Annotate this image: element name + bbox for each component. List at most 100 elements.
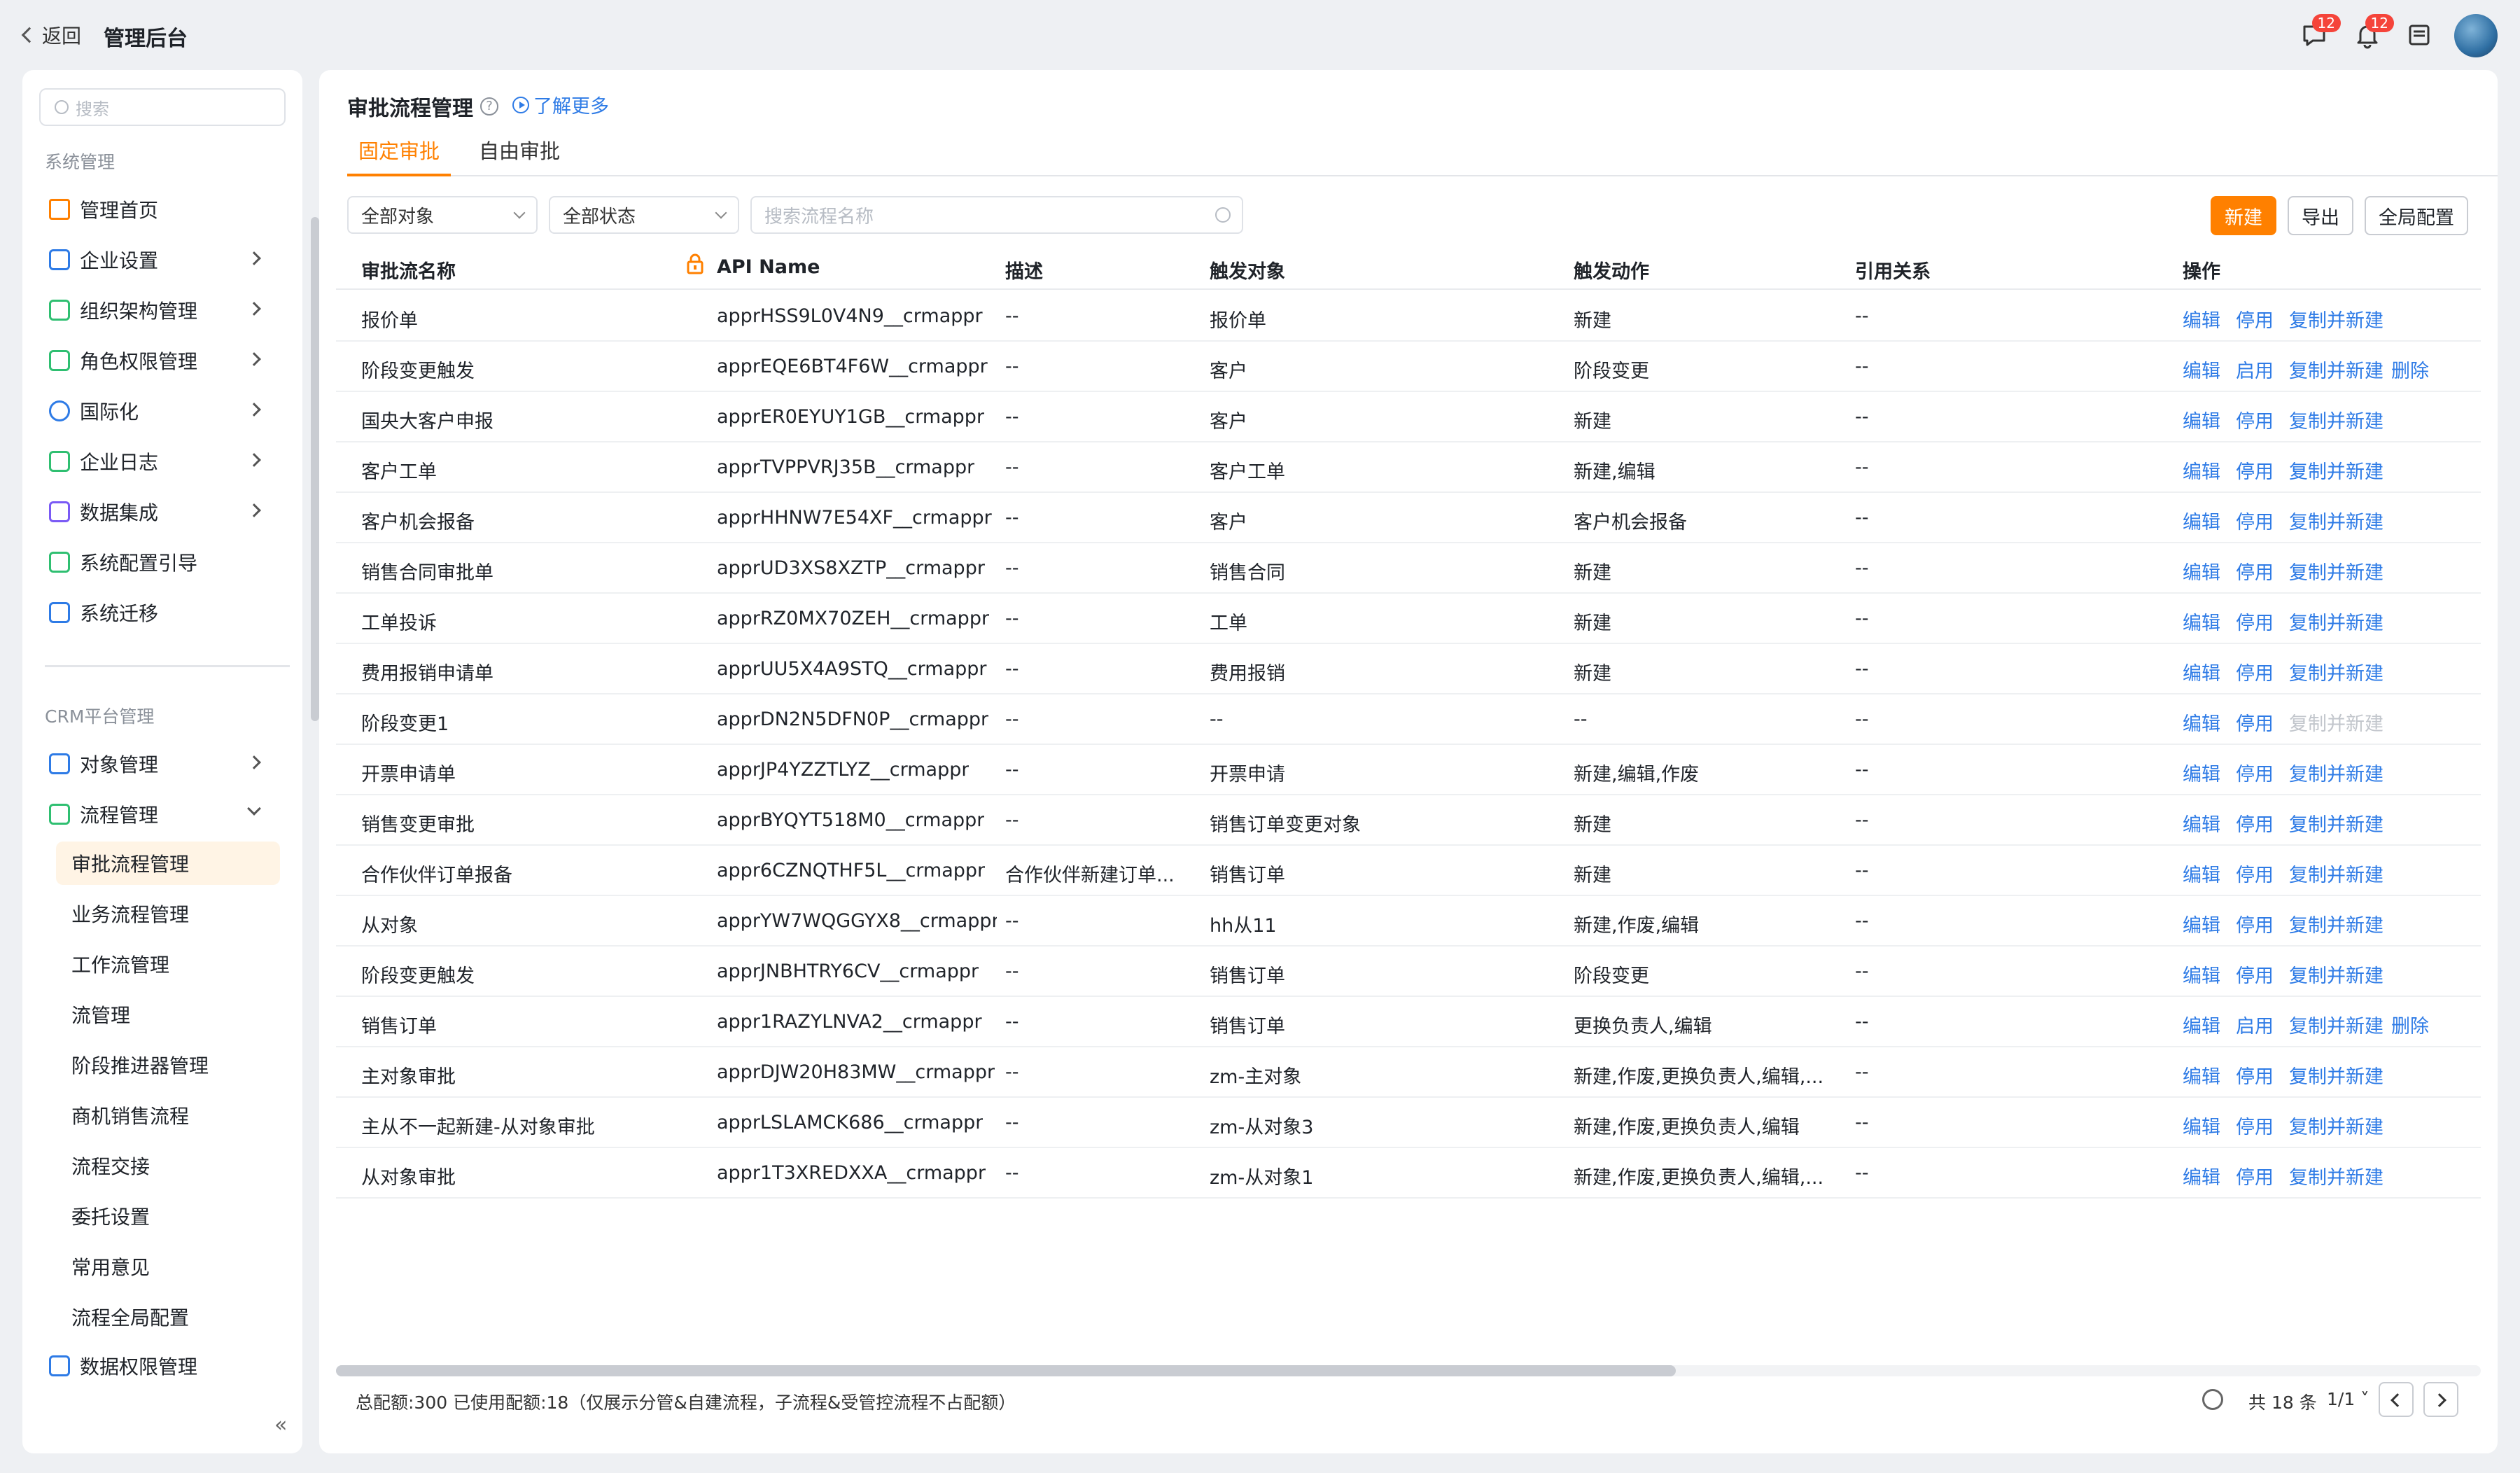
sidebar-item-roles[interactable]: 角色权限管理 — [49, 340, 287, 381]
toggle-button[interactable]: 停用 — [2236, 809, 2274, 837]
export-button[interactable]: 导出 — [2288, 196, 2353, 235]
chat-button[interactable]: 12 — [2300, 14, 2341, 49]
edit-button[interactable]: 编辑 — [2183, 1061, 2220, 1089]
copy-new-button[interactable]: 复制并新建 — [2289, 809, 2384, 837]
sidebar-subitem-stage[interactable]: 阶段推进器管理 — [56, 1043, 280, 1087]
sidebar-item-objects[interactable]: 对象管理 — [49, 744, 287, 784]
lock-icon[interactable] — [686, 253, 704, 274]
back-button[interactable]: 返回 — [21, 21, 81, 49]
toggle-button[interactable]: 停用 — [2236, 507, 2274, 534]
edit-button[interactable]: 编辑 — [2183, 456, 2220, 484]
sidebar-item-config-guide[interactable]: 系统配置引导 — [49, 542, 287, 582]
inbox-button[interactable] — [2405, 21, 2433, 49]
tab-free-approval[interactable]: 自由审批 — [468, 137, 571, 176]
edit-button[interactable]: 编辑 — [2183, 910, 2220, 937]
page-select[interactable]: 1/1 ˅ — [2327, 1389, 2370, 1409]
sidebar-item-i18n[interactable]: 国际化 — [49, 391, 287, 431]
toggle-button[interactable]: 停用 — [2236, 406, 2274, 433]
sidebar-subitem-business-flow[interactable]: 业务流程管理 — [56, 892, 280, 935]
copy-new-button[interactable]: 复制并新建 — [2289, 557, 2384, 585]
help-icon[interactable]: ? — [480, 97, 498, 116]
sidebar-item-org[interactable]: 组织架构管理 — [49, 290, 287, 330]
gear-icon[interactable] — [2202, 1389, 2223, 1410]
copy-new-button[interactable]: 复制并新建 — [2289, 406, 2384, 433]
copy-new-button[interactable]: 复制并新建 — [2289, 1162, 2384, 1189]
prev-page-button[interactable] — [2379, 1382, 2414, 1417]
toggle-button[interactable]: 停用 — [2236, 1061, 2274, 1089]
delete-button[interactable]: 删除 — [2391, 356, 2429, 383]
sidebar-subitem-sales[interactable]: 商机销售流程 — [56, 1094, 280, 1137]
global-config-button[interactable]: 全局配置 — [2365, 196, 2468, 235]
sidebar-subitem-handover[interactable]: 流程交接 — [56, 1144, 280, 1187]
edit-button[interactable]: 编辑 — [2183, 961, 2220, 988]
horizontal-scrollbar[interactable] — [336, 1365, 2481, 1376]
sidebar-subitem-opinions[interactable]: 常用意见 — [56, 1245, 280, 1288]
sidebar-item-flow[interactable]: 流程管理 — [49, 794, 287, 835]
next-page-button[interactable] — [2423, 1382, 2458, 1417]
sidebar-subitem-stream[interactable]: 流管理 — [56, 993, 280, 1036]
sidebar-item-enterprise-settings[interactable]: 企业设置 — [49, 239, 287, 280]
toggle-button[interactable]: 停用 — [2236, 658, 2274, 685]
toggle-button[interactable]: 停用 — [2236, 456, 2274, 484]
copy-new-button[interactable]: 复制并新建 — [2289, 759, 2384, 786]
edit-button[interactable]: 编辑 — [2183, 305, 2220, 333]
edit-button[interactable]: 编辑 — [2183, 557, 2220, 585]
delete-button[interactable]: 删除 — [2391, 1011, 2429, 1038]
edit-button[interactable]: 编辑 — [2183, 356, 2220, 383]
toggle-button[interactable]: 停用 — [2236, 759, 2274, 786]
copy-new-button[interactable]: 复制并新建 — [2289, 1061, 2384, 1089]
edit-button[interactable]: 编辑 — [2183, 507, 2220, 534]
sidebar-scrollbar[interactable] — [311, 217, 319, 721]
toggle-button[interactable]: 停用 — [2236, 1162, 2274, 1189]
sidebar-item-data-integration[interactable]: 数据集成 — [49, 491, 287, 532]
copy-new-button[interactable]: 复制并新建 — [2289, 507, 2384, 534]
toggle-button[interactable]: 启用 — [2236, 1011, 2274, 1038]
copy-new-button[interactable]: 复制并新建 — [2289, 658, 2384, 685]
edit-button[interactable]: 编辑 — [2183, 860, 2220, 887]
sidebar-subitem-workflow[interactable]: 工作流管理 — [56, 942, 280, 986]
sidebar-item-migration[interactable]: 系统迁移 — [49, 592, 287, 633]
sidebar-subitem-global-config[interactable]: 流程全局配置 — [56, 1295, 280, 1339]
sidebar-subitem-delegate[interactable]: 委托设置 — [56, 1194, 280, 1238]
edit-button[interactable]: 编辑 — [2183, 608, 2220, 635]
horizontal-scrollbar-thumb[interactable] — [336, 1365, 1676, 1376]
edit-button[interactable]: 编辑 — [2183, 809, 2220, 837]
toggle-button[interactable]: 停用 — [2236, 860, 2274, 887]
notification-button[interactable]: 12 — [2353, 14, 2394, 49]
learn-more-link[interactable]: 了解更多 — [512, 91, 609, 118]
sidebar-item-home[interactable]: 管理首页 — [49, 189, 287, 230]
edit-button[interactable]: 编辑 — [2183, 759, 2220, 786]
sidebar-item-logs[interactable]: 企业日志 — [49, 441, 287, 482]
toggle-button[interactable]: 停用 — [2236, 557, 2274, 585]
edit-button[interactable]: 编辑 — [2183, 1112, 2220, 1139]
object-filter-select[interactable]: 全部对象 — [347, 196, 538, 234]
flow-search-input[interactable]: 搜索流程名称 — [750, 196, 1243, 234]
collapse-sidebar-button[interactable]: « — [274, 1413, 287, 1437]
edit-button[interactable]: 编辑 — [2183, 406, 2220, 433]
copy-new-button[interactable]: 复制并新建 — [2289, 356, 2384, 383]
toggle-button[interactable]: 停用 — [2236, 910, 2274, 937]
copy-new-button[interactable]: 复制并新建 — [2289, 456, 2384, 484]
copy-new-button[interactable]: 复制并新建 — [2289, 1112, 2384, 1139]
edit-button[interactable]: 编辑 — [2183, 1011, 2220, 1038]
copy-new-button[interactable]: 复制并新建 — [2289, 910, 2384, 937]
copy-new-button[interactable]: 复制并新建 — [2289, 961, 2384, 988]
copy-new-button[interactable]: 复制并新建 — [2289, 860, 2384, 887]
edit-button[interactable]: 编辑 — [2183, 1162, 2220, 1189]
copy-new-button[interactable]: 复制并新建 — [2289, 305, 2384, 333]
toggle-button[interactable]: 停用 — [2236, 1112, 2274, 1139]
new-button[interactable]: 新建 — [2211, 196, 2276, 235]
edit-button[interactable]: 编辑 — [2183, 708, 2220, 736]
sidebar-search-input[interactable]: 搜索 — [39, 88, 286, 126]
edit-button[interactable]: 编辑 — [2183, 658, 2220, 685]
status-filter-select[interactable]: 全部状态 — [549, 196, 739, 234]
toggle-button[interactable]: 启用 — [2236, 356, 2274, 383]
toggle-button[interactable]: 停用 — [2236, 608, 2274, 635]
sidebar-subitem-approval[interactable]: 审批流程管理 — [56, 842, 280, 885]
copy-new-button[interactable]: 复制并新建 — [2289, 1011, 2384, 1038]
user-avatar[interactable] — [2454, 14, 2498, 57]
toggle-button[interactable]: 停用 — [2236, 961, 2274, 988]
toggle-button[interactable]: 停用 — [2236, 305, 2274, 333]
sidebar-item-data-permission[interactable]: 数据权限管理 — [49, 1346, 287, 1386]
tab-fixed-approval[interactable]: 固定审批 — [347, 137, 451, 176]
